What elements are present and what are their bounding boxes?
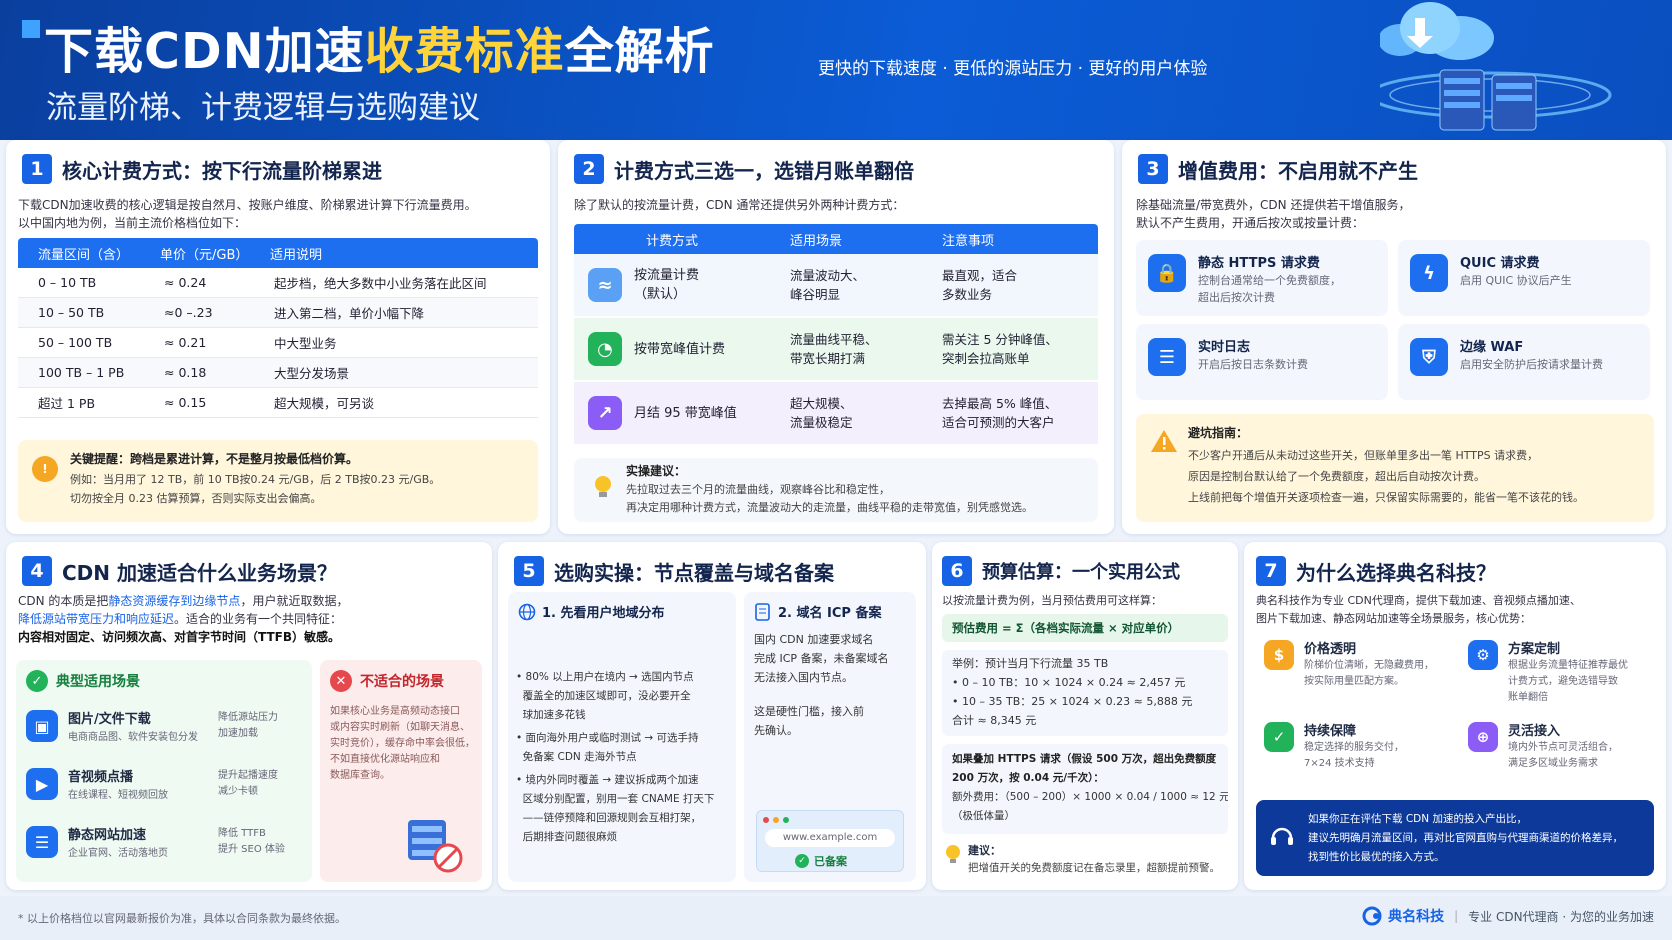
section-5-title: 5 选购实操：节点覆盖与域名备案: [514, 556, 834, 586]
table-row: 超过 1 PB ≈ 0.15 超大规模，可另谈: [18, 388, 538, 418]
document-icon: [755, 602, 770, 621]
table-row: 10 – 50 TB ≈0 –.23 进入第二档，单价小幅下降: [18, 298, 538, 328]
value-added-item: ☰ 实时日志 开启后按日志条数计费: [1136, 324, 1388, 400]
section-3-title: 3 增值费用：不启用就不产生: [1138, 154, 1418, 184]
image-icon: ▣: [26, 710, 58, 742]
example-box: 举例：预计当月下行流量 35 TB • 0 – 10 TB：10 × 1024 ×…: [942, 650, 1228, 736]
lightbulb-icon: [595, 476, 611, 497]
tagline: 更快的下载速度 · 更低的源站压力 · 更好的用户体验: [818, 59, 1208, 79]
section-6-card: 6 预算估算：一个实用公式 以按流量计费为例，当月预估费用可这样算： 预估费用 …: [932, 542, 1238, 890]
section-1-card: 1 核心计费方式：按下行流量阶梯累进 下载CDN加速收费的核心逻辑是按自然月、按…: [6, 140, 550, 534]
table-row: ≈ 按流量计费 （默认） 流量波动大、 峰谷明显 最直观，适合 多数业务: [574, 254, 1098, 316]
s3-warn-note: 避坑指南： 不少客户开通后从未动过这些开关，但账单里多出一笔 HTTPS 请求费…: [1136, 414, 1654, 522]
traffic-wave-icon: ≈: [588, 268, 622, 302]
section-4-desc: CDN 的本质是把静态资源缓存到边缘节点，用户就近取数据， 降低源站带宽压力和响…: [18, 594, 349, 644]
price-table-header: 流量区间（含） 单价（元/GB） 适用说明: [18, 238, 538, 268]
shield-icon: ⛨: [1410, 338, 1448, 376]
good-scenarios-panel: ✓ 典型适用场景 ▣ 图片/文件下载 电商商品图、软件安装包分发 降低源站压力 加速加…: [16, 660, 312, 882]
table-row: ↗ 月结 95 带宽峰值 超大规模、 流量极稳定 去掉最高 5% 峰值、 适合可预测的…: [574, 382, 1098, 444]
section-2-card: 2 计费方式三选一，选错月账单翻倍 除了默认的按流量计费，CDN 通常还提供另外…: [558, 140, 1114, 534]
check-icon: ✓: [795, 854, 809, 868]
log-document-icon: ☰: [1148, 338, 1186, 376]
section-4-card: 4 CDN 加速适合什么业务场景？ CDN 的本质是把静态资源缓存到边缘节点，用…: [6, 542, 492, 890]
footer-brand: 典名科技 | 专业 CDN代理商 · 为您的业务加速: [1362, 906, 1654, 926]
table-row: 0 – 10 TB ≈ 0.24 起步档，绝大多数中小业务落在此区间: [18, 268, 538, 298]
s1-tip-note: ! 关键提醒：跨档是累进计算，不是整月按最低档价算。 例如：当月用了 12 TB…: [18, 440, 538, 522]
warning-triangle-icon: [1151, 430, 1177, 452]
region-panel: 1. 先看用户地域分布 • 80% 以上用户在境内 → 选国内节点 覆盖全的加速…: [508, 592, 736, 882]
section-3-card: 3 增值费用：不启用就不产生 除基础流量/带宽费外，CDN 还提供若干增值服务，…: [1122, 140, 1666, 534]
footer: * 以上价格档位以官网最新报价为准，具体以合同条款为最终依据。 典名科技 | 专…: [0, 896, 1672, 940]
server-block-icon: [408, 820, 463, 873]
section-1-desc: 下载CDN加速收费的核心逻辑是按自然月、按账户维度、阶梯累进计算下行流量费用。以…: [18, 198, 477, 230]
section-7-title: 7 为什么选择典名科技？: [1256, 556, 1496, 586]
value-added-item: 🔒 静态 HTTPS 请求费 控制台通常给一个免费额度， 超出后按次计费: [1136, 240, 1388, 316]
header-banner: 下载CDN加速收费标准全解析 流量阶梯、计费逻辑与选购建议 更快的下载速度 · …: [0, 0, 1672, 140]
check-circle-icon: ✓: [26, 670, 48, 692]
section-4-title: 4 CDN 加速适合什么业务场景？: [22, 556, 337, 586]
lightbulb-icon: [946, 845, 960, 863]
section-6-title: 6 预算估算：一个实用公式: [942, 556, 1180, 586]
settings-icon: ⚙: [1468, 640, 1498, 670]
headset-icon: [1271, 827, 1293, 845]
table-row: 100 TB – 1 PB ≈ 0.18 大型分发场景: [18, 358, 538, 388]
value-added-item: ⛨ 边缘 WAF 启用安全防护后按请求量计费: [1398, 324, 1650, 400]
value-added-item: ϟ QUIC 请求费 启用 QUIC 协议后产生: [1398, 240, 1650, 316]
cloud-download-illustration: [1380, 2, 1612, 131]
section-2-desc: 除了默认的按流量计费，CDN 通常还提供另外两种计费方式：: [574, 198, 905, 212]
shield-check-icon: ✓: [1264, 722, 1294, 752]
page-title: 下载CDN加速收费标准全解析: [44, 23, 715, 80]
section-7-card: 7 为什么选择典名科技？ 典名科技作为专业 CDN代理商，提供下载加速、音视频点…: [1244, 542, 1666, 890]
footer-note: * 以上价格档位以官网最新报价为准，具体以合同条款为最终依据。: [18, 912, 346, 925]
verified-badge: ✓ 已备案: [795, 853, 847, 869]
lightning-icon: ϟ: [1410, 254, 1448, 292]
gauge-icon: ◔: [588, 332, 622, 366]
play-icon: ▶: [26, 768, 58, 800]
cta-box: 如果你正在评估下载 CDN 加速的投入产出比， 建议先明确月流量区间，再对比官网直…: [1256, 800, 1654, 876]
bad-scenarios-panel: ✕ 不适合的场景 如果核心业务是高频动态接口 或内容实时刷新（如聊天消息、 实时…: [320, 660, 482, 882]
x-circle-icon: ✕: [330, 670, 352, 692]
section-3-desc: 除基础流量/带宽费外，CDN 还提供若干增值服务， 默认不产生费用，开通后按次或按…: [1136, 198, 1411, 230]
section-5-card: 5 选购实操：节点覆盖与域名备案 1. 先看用户地域分布 • 80% 以上用户在…: [498, 542, 926, 890]
section-1-title: 1 核心计费方式：按下行流量阶梯累进: [22, 154, 382, 184]
https-extra-box: 如果叠加 HTTPS 请求（假设 500 万次，超出免费额度 200 万次，按 0…: [942, 744, 1228, 834]
page-subtitle: 流量阶梯、计费逻辑与选购建议: [46, 90, 480, 126]
lock-icon: 🔒: [1148, 254, 1186, 292]
section-2-title: 2 计费方式三选一，选错月账单翻倍: [574, 154, 914, 184]
table-row: 50 – 100 TB ≈ 0.21 中大型业务: [18, 328, 538, 358]
warning-icon: !: [32, 456, 58, 482]
globe-icon: [518, 603, 536, 620]
network-icon: ⊕: [1468, 722, 1498, 752]
bad-scenarios-text: 如果核心业务是高频动态接口 或内容实时刷新（如聊天消息、 实时竞价），缓存命中率…: [330, 706, 475, 781]
table-row: ◔ 按带宽峰值计费 流量曲线平稳、 带宽长期打满 需关注 5 分钟峰值、 突刺会拉高账…: [574, 318, 1098, 380]
s2-tip-note: 实操建议： 先拉取过去三个月的流量曲线，观察峰谷比和稳定性， 再决定用哪种计费方…: [574, 458, 1098, 522]
formula-box: 预估费用 = Σ（各档实际流量 × 对应单价）: [942, 614, 1228, 642]
price-tag-icon: $: [1264, 640, 1294, 670]
chart-up-icon: ↗: [588, 396, 622, 430]
icp-panel: 2. 域名 ICP 备案 国内 CDN 加速要求域名 完成 ICP 备案，未备案…: [744, 592, 916, 882]
billing-table-header: 计费方式 适用场景 注意事项: [574, 224, 1098, 254]
url-bar: www.example.com: [765, 829, 895, 847]
web-page-icon: ☰: [26, 826, 58, 858]
brand-logo-icon: [1362, 906, 1382, 926]
browser-mock: www.example.com ✓ 已备案: [756, 810, 904, 872]
title-mark: [22, 20, 40, 38]
